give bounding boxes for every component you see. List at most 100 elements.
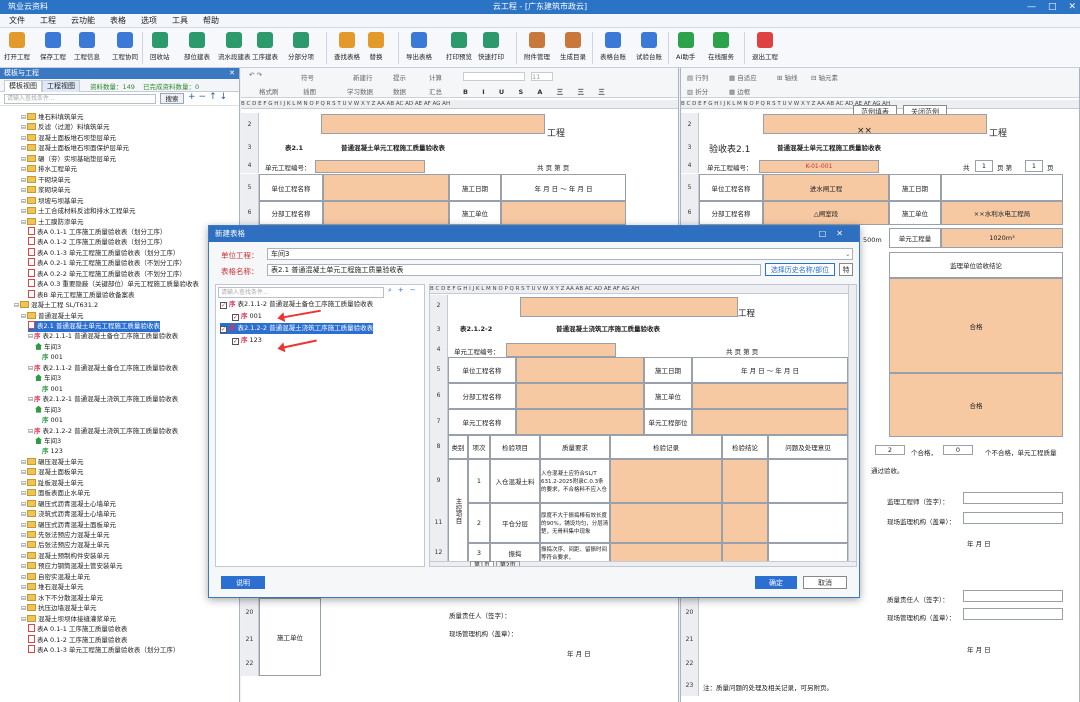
cancel-button[interactable]: 取消: [803, 576, 847, 589]
symbol-button[interactable]: 符号: [301, 72, 314, 82]
toolbar-button[interactable]: 退出工程: [752, 31, 778, 65]
tree-item[interactable]: 表A 0.2-2 单元工程施工质量验收表（不划分工序）: [28, 268, 186, 280]
tree-item[interactable]: 表B 单元工程施工质量验收备案表: [28, 289, 135, 301]
menu-item[interactable]: 工具: [172, 14, 188, 28]
tree-item[interactable]: ⊟ 混凝土面板堆石坝面保护层单元: [21, 143, 129, 154]
tree-item[interactable]: ⊟ 混凝土工程 SL/T631.2: [14, 300, 98, 311]
tree-item[interactable]: ⊟ 堆石混凝土单元: [21, 582, 84, 593]
tree-item[interactable]: ⊟ 自密实混凝土单元: [21, 572, 90, 583]
ok-button[interactable]: 确定: [755, 576, 797, 589]
tree-item[interactable]: 车间3: [35, 342, 61, 353]
remove-icon[interactable]: −: [199, 92, 210, 102]
calc-button[interactable]: 计算: [429, 72, 442, 82]
tree-item[interactable]: 车间3: [35, 436, 61, 447]
data-button[interactable]: 数据: [393, 86, 406, 96]
menu-item[interactable]: 表格: [110, 14, 126, 28]
menu-item[interactable]: 帮助: [203, 14, 219, 28]
toolbar-button[interactable]: 工程协同: [112, 31, 138, 65]
up-icon[interactable]: ↑: [209, 92, 220, 102]
search-icon[interactable]: ⌕: [388, 286, 398, 294]
toolbar-button[interactable]: 在线服务: [708, 31, 734, 65]
help-button[interactable]: 说明: [221, 576, 265, 589]
dialog-maximize-icon[interactable]: □: [819, 229, 837, 238]
tree-item[interactable]: 表A 0.1-1 工序施工质量验收表: [28, 624, 127, 635]
tree-item[interactable]: 表A 0.3 重要隐蔽（关键部位）单元工程施工质量验收表: [28, 279, 199, 290]
text-style-buttons[interactable]: B I U S A 三 三 三: [463, 86, 611, 96]
tree-item[interactable]: 表A 0.1-1 工序施工质量验收表（划分工序）: [28, 226, 166, 238]
hint-button[interactable]: 提示: [393, 72, 406, 82]
tree-item[interactable]: ⊟ 坝坡与坝基单元: [21, 196, 84, 207]
tree-item[interactable]: ⊟ 浇筑式沥青混凝土心墙单元: [21, 509, 116, 520]
tree-item[interactable]: ⊟序 表2.1.2-2 普通混凝土浇筑工序施工质量验收表: [28, 426, 178, 437]
pick-history-button[interactable]: 选择历史名称/部位: [765, 263, 835, 276]
toolbar-button[interactable]: 查找表格: [334, 31, 360, 65]
tree-item[interactable]: ⊟ 干砌块单元: [21, 175, 71, 186]
tree-item[interactable]: 表A 0.1-2 工序施工质量验收表（划分工序）: [28, 237, 166, 248]
dialog-tree-item[interactable]: ✓ 序表2.1.1-2 普通混凝土备仓工序施工质量验收表: [220, 299, 373, 310]
tree-search-button[interactable]: 搜索: [160, 93, 184, 104]
tree-item[interactable]: ⊟ 抗压边墙混凝土单元: [21, 603, 97, 614]
tree-item[interactable]: ⊟序 表2.1.1-2 普通混凝土备仓工序施工质量验收表: [28, 363, 178, 374]
tree-item[interactable]: 序 001: [42, 352, 63, 363]
toolbar-button[interactable]: 工程信息: [74, 31, 100, 65]
menu-item[interactable]: 工程: [40, 14, 56, 28]
toolbar-button[interactable]: AI助手: [676, 31, 695, 65]
down-icon[interactable]: ↓: [220, 92, 231, 102]
toolbar-button[interactable]: 流水段建表: [218, 31, 251, 65]
tree-search-input[interactable]: 请输入查找条件...: [4, 94, 156, 104]
minimize-icon[interactable]: —: [1027, 0, 1036, 14]
tree-item[interactable]: ⊟序 表2.1.1-1 普通混凝土备仓工序施工质量验收表: [28, 331, 178, 342]
font-select[interactable]: [463, 72, 525, 81]
toolbar-button[interactable]: 工序建表: [252, 31, 278, 65]
toolbar-button[interactable]: 部位建表: [184, 31, 210, 65]
toolbar-button[interactable]: 打开工程: [4, 31, 30, 65]
toolbar-button[interactable]: 生成目录: [560, 31, 586, 65]
tree-item[interactable]: ⊟ 趾板混凝土单元: [21, 478, 84, 489]
dialog-search-input[interactable]: 请输入查找条件...: [218, 287, 384, 298]
close-panel-icon[interactable]: ✕: [229, 68, 235, 79]
tree-item[interactable]: 车间3: [35, 373, 61, 384]
toolbar-button[interactable]: 附件管理: [524, 31, 550, 65]
format-painter-button[interactable]: 格式刷: [259, 86, 279, 96]
checkbox-icon[interactable]: ✓: [232, 338, 239, 345]
remove-icon[interactable]: −: [410, 286, 422, 294]
toolbar-button[interactable]: 导出表格: [406, 31, 432, 65]
tree-item[interactable]: ⊟ 后张法预应力混凝土单元: [21, 540, 110, 551]
paste-button[interactable]: ⊟ 轴元素: [811, 72, 838, 82]
auto-fit-button[interactable]: ▦ 自适应: [729, 72, 757, 82]
tree-item[interactable]: ⊟ 水下不分散混凝土单元: [21, 593, 103, 604]
split-button[interactable]: ▥ 折分: [687, 86, 708, 96]
menu-item[interactable]: 选项: [141, 14, 157, 28]
tree-item[interactable]: ⊟ 土工膜防渗单元: [21, 217, 84, 228]
toolbar-button[interactable]: 分部分项: [288, 31, 314, 65]
dialog-tree-item[interactable]: ✓ 序 001: [232, 311, 262, 322]
undo-button[interactable]: ↶ ↷: [249, 71, 262, 79]
add-icon[interactable]: +: [398, 286, 410, 294]
checkbox-icon[interactable]: ✓: [220, 326, 227, 333]
tree-item[interactable]: ⊟序 表2.1.2-1 普通混凝土浇筑工序施工质量验收表: [28, 394, 178, 405]
learn-data-button[interactable]: 学习数据: [347, 86, 373, 96]
tab-template-view[interactable]: 模板视图: [4, 80, 42, 92]
menu-item[interactable]: 文件: [9, 14, 25, 28]
tree-item[interactable]: ⊟ 混凝土预制构件安装单元: [21, 551, 110, 562]
checkbox-icon[interactable]: ✓: [232, 314, 239, 321]
font-size-select[interactable]: 11: [531, 72, 553, 81]
close-icon[interactable]: ✕: [1068, 0, 1076, 14]
table-name-input[interactable]: 表2.1 普通混凝土单元工程施工质量验收表: [267, 264, 761, 276]
tree-item[interactable]: ⊟ 混凝土坝坝体接缝灌浆单元: [21, 614, 116, 625]
tree-item[interactable]: ⊟ 预应力钢筒混凝土管安装单元: [21, 561, 123, 572]
maximize-icon[interactable]: □: [1048, 0, 1057, 14]
tab-project-view[interactable]: 工程视图: [42, 80, 80, 92]
toolbar-button[interactable]: 打印预览: [446, 31, 472, 65]
menu-item[interactable]: 云功能: [71, 14, 95, 28]
tree-item[interactable]: 表A 0.1-2 工序施工质量验收表: [28, 634, 127, 646]
new-row-button[interactable]: 新建行: [353, 72, 373, 82]
add-icon[interactable]: +: [188, 92, 199, 102]
tree-item[interactable]: ⊟ 浆砌块单元: [21, 185, 71, 196]
toolbar-button[interactable]: 回收站: [150, 31, 170, 65]
checkbox-icon[interactable]: ✓: [220, 302, 227, 309]
tree-item[interactable]: 序 001: [42, 415, 63, 426]
toolbar-button[interactable]: 快速打印: [478, 31, 504, 65]
tree-item[interactable]: ⊟ 土工合成材料反滤和排水工程单元: [21, 206, 136, 217]
dialog-tree-item[interactable]: ✓ 序表2.1.2-2 普通混凝土浇筑工序施工质量验收表: [220, 323, 374, 334]
